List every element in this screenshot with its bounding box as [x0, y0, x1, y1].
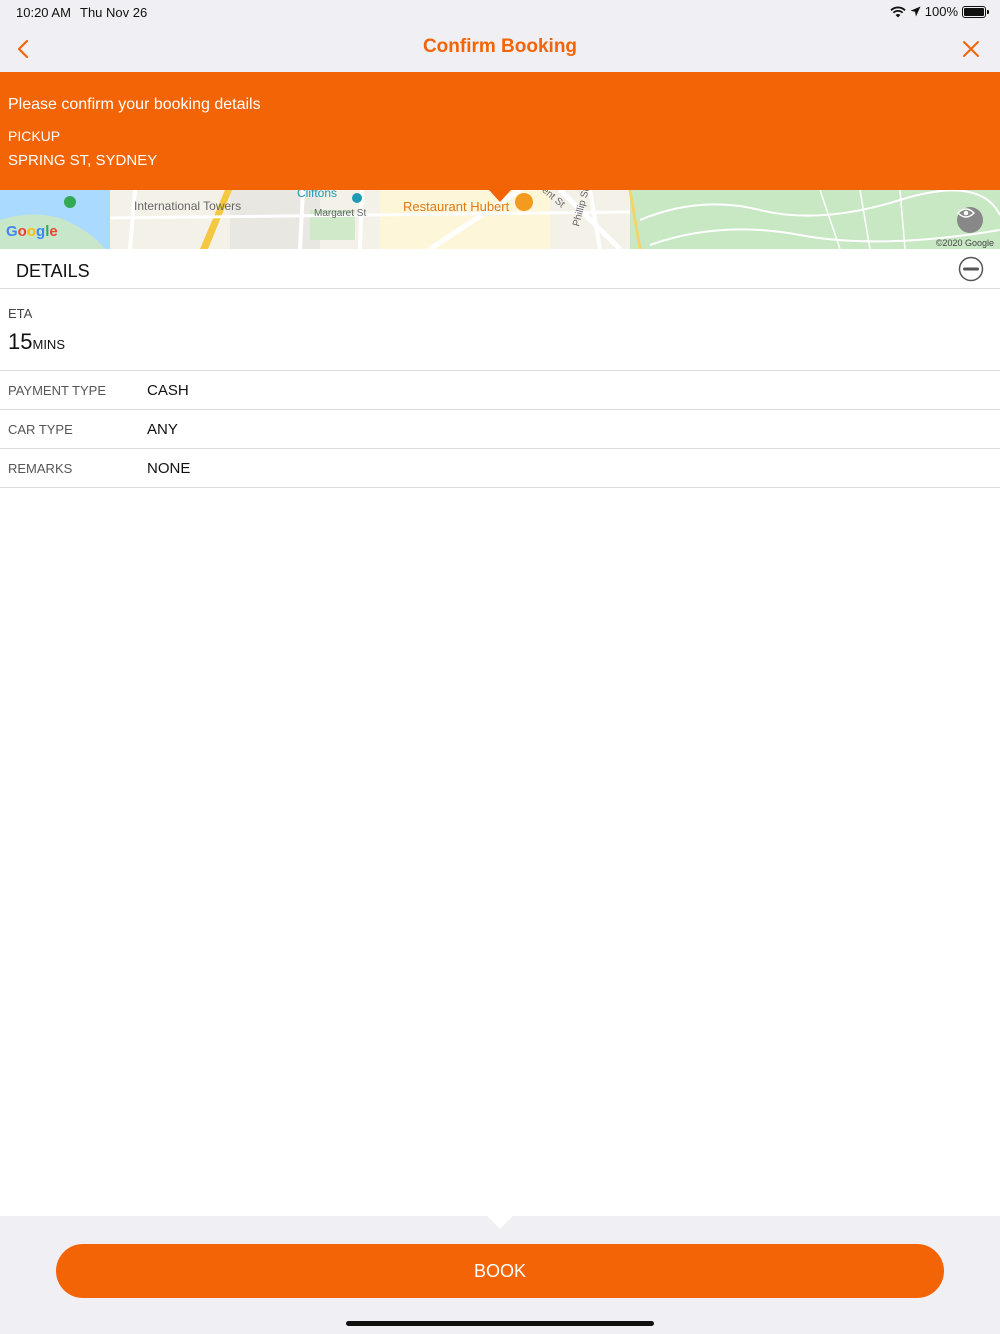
- map-label-margaret-st: Margaret St: [314, 208, 367, 219]
- eta-value: 15MINS: [8, 329, 65, 355]
- row-label: CAR TYPE: [8, 422, 73, 437]
- details-title: DETAILS: [16, 261, 90, 281]
- home-indicator: [346, 1321, 654, 1326]
- details-header: DETAILS: [0, 249, 1000, 289]
- map-label-international-towers: International Towers: [134, 199, 242, 213]
- footer-pointer: [487, 1216, 513, 1229]
- status-bar: 10:20 AM Thu Nov 26 100%: [0, 0, 1000, 26]
- row-value: NONE: [147, 460, 191, 477]
- pickup-label: PICKUP: [8, 128, 61, 144]
- eye-icon: [957, 208, 975, 218]
- map-label-cliftons: Cliftons: [297, 190, 338, 200]
- close-icon: [963, 41, 979, 57]
- battery-percent: 100%: [924, 4, 958, 19]
- wifi-icon: [890, 6, 906, 17]
- status-indicators: 100%: [890, 4, 989, 19]
- page-title: Confirm Booking: [422, 36, 578, 57]
- nav-bar: Confirm Booking: [0, 26, 1000, 72]
- location-arrow-icon: [910, 6, 921, 17]
- battery-icon: [962, 5, 989, 18]
- banner-message: Please confirm your booking details: [8, 96, 261, 113]
- payment-type-row: PAYMENT TYPE CASH: [0, 371, 1000, 410]
- status-date: Thu Nov 26: [80, 5, 148, 20]
- remarks-row: REMARKS NONE: [0, 449, 1000, 488]
- collapse-icon[interactable]: [958, 256, 984, 282]
- eta-unit: MINS: [32, 337, 65, 352]
- banner-pointer: [489, 190, 511, 202]
- eta-number: 15: [8, 329, 33, 354]
- confirmation-banner: Please confirm your booking details PICK…: [0, 72, 1000, 190]
- google-logo: Google: [6, 223, 58, 240]
- row-label: REMARKS: [8, 461, 73, 476]
- row-value: CASH: [147, 382, 189, 399]
- car-type-row: CAR TYPE ANY: [0, 410, 1000, 449]
- row-label: PAYMENT TYPE: [8, 383, 107, 398]
- eta-section: ETA 15MINS: [0, 289, 1000, 371]
- row-value: ANY: [147, 421, 178, 438]
- map-copyright: ©2020 Google: [935, 238, 994, 248]
- pickup-address: SPRING ST, SYDNEY: [8, 152, 158, 169]
- street-view-button[interactable]: [957, 207, 983, 233]
- eta-label: ETA: [8, 306, 33, 321]
- close-button[interactable]: [956, 34, 986, 64]
- status-time: 10:20 AM: [16, 5, 71, 20]
- book-button[interactable]: BOOK: [56, 1244, 944, 1298]
